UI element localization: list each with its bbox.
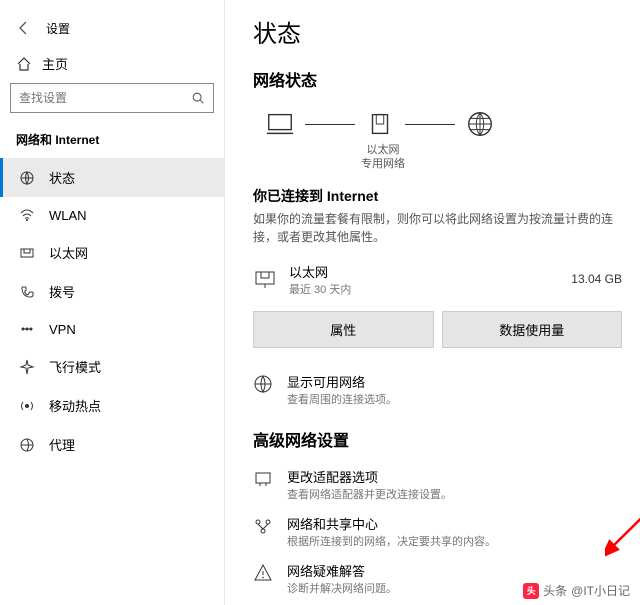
warning-icon (253, 561, 275, 583)
ethernet-icon (19, 245, 35, 261)
sharing-center-row[interactable]: 网络和共享中心 根据所连接到的网络，决定要共享的内容。 (253, 508, 622, 555)
home-nav[interactable]: 主页 (0, 48, 224, 83)
watermark-logo-icon: 头 (523, 583, 539, 599)
troubleshoot-name: 网络疑难解答 (287, 561, 397, 580)
nav-label: 飞行模式 (49, 357, 101, 376)
adapter-name: 更改适配器选项 (287, 467, 452, 486)
connected-heading: 你已连接到 Internet (253, 186, 622, 206)
dialup-icon (19, 284, 35, 300)
back-button[interactable] (8, 12, 40, 44)
diagram-label: 以太网 专用网络 (353, 143, 413, 172)
nav-label: WLAN (49, 208, 87, 223)
nav-airplane[interactable]: 飞行模式 (0, 347, 224, 386)
globe-icon (253, 372, 275, 394)
adapter-sub: 查看网络适配器并更改连接设置。 (287, 486, 452, 502)
adapter-options-row[interactable]: 更改适配器选项 查看网络适配器并更改连接设置。 (253, 461, 622, 508)
watermark: 头 头条 @IT小日记 (523, 582, 630, 599)
troubleshoot-sub: 诊断并解决网络问题。 (287, 580, 397, 596)
watermark-prefix: 头条 (543, 582, 567, 599)
content-area: 状态 网络状态 以太网 专用网络 你已连接到 Internet 如果你的流量套餐… (225, 0, 640, 605)
status-icon (19, 170, 35, 186)
advanced-heading: 高级网络设置 (253, 427, 622, 451)
hotspot-icon (19, 398, 35, 414)
ethernet-row[interactable]: 以太网 最近 30 天内 13.04 GB (253, 258, 622, 301)
show-net-name: 显示可用网络 (287, 372, 397, 391)
page-title: 状态 (253, 14, 622, 49)
vpn-icon (19, 321, 35, 337)
nav-label: 移动热点 (49, 396, 101, 415)
eth-sub: 最近 30 天内 (289, 281, 561, 297)
app-title: 设置 (46, 20, 70, 37)
nav-status[interactable]: 状态 (0, 158, 224, 197)
search-input[interactable] (19, 91, 191, 105)
nav-label: 拨号 (49, 282, 75, 301)
search-icon (191, 91, 205, 105)
nav-wlan[interactable]: WLAN (0, 197, 224, 233)
sidebar-section-title: 网络和 Internet (0, 123, 224, 158)
nav-proxy[interactable]: 代理 (0, 425, 224, 464)
pc-icon (265, 109, 295, 139)
nav-label: 代理 (49, 435, 75, 454)
sharing-sub: 根据所连接到的网络，决定要共享的内容。 (287, 533, 496, 549)
network-status-heading: 网络状态 (253, 67, 622, 91)
connected-desc: 如果你的流量套餐有限制，则你可以将此网络设置为按流量计费的连接，或者更改其他属性… (253, 210, 622, 246)
network-diagram (253, 101, 622, 143)
nav-vpn[interactable]: VPN (0, 311, 224, 347)
sidebar: 设置 主页 网络和 Internet 状态 WLAN (0, 0, 225, 605)
show-net-sub: 查看周围的连接选项。 (287, 391, 397, 407)
watermark-text: @IT小日记 (571, 582, 630, 599)
home-label: 主页 (42, 54, 68, 73)
proxy-icon (19, 437, 35, 453)
router-icon (365, 109, 395, 139)
nav-label: 以太网 (49, 243, 88, 262)
hardware-link[interactable]: 查看硬件和连接属性 (253, 602, 622, 605)
wifi-icon (19, 207, 35, 223)
nav-dialup[interactable]: 拨号 (0, 272, 224, 311)
nav-label: 状态 (49, 168, 75, 187)
home-icon (16, 56, 32, 72)
search-box[interactable] (10, 83, 214, 113)
nav-ethernet[interactable]: 以太网 (0, 233, 224, 272)
nav-label: VPN (49, 322, 76, 337)
eth-name: 以太网 (289, 262, 561, 281)
data-usage-button[interactable]: 数据使用量 (442, 311, 623, 348)
sharing-name: 网络和共享中心 (287, 514, 496, 533)
sharing-icon (253, 514, 275, 536)
adapter-icon (253, 467, 275, 489)
globe-icon (465, 109, 495, 139)
ethernet-icon (253, 267, 279, 291)
show-networks-row[interactable]: 显示可用网络 查看周围的连接选项。 (253, 366, 622, 413)
airplane-icon (19, 359, 35, 375)
nav-hotspot[interactable]: 移动热点 (0, 386, 224, 425)
properties-button[interactable]: 属性 (253, 311, 434, 348)
eth-amount: 13.04 GB (571, 272, 622, 286)
